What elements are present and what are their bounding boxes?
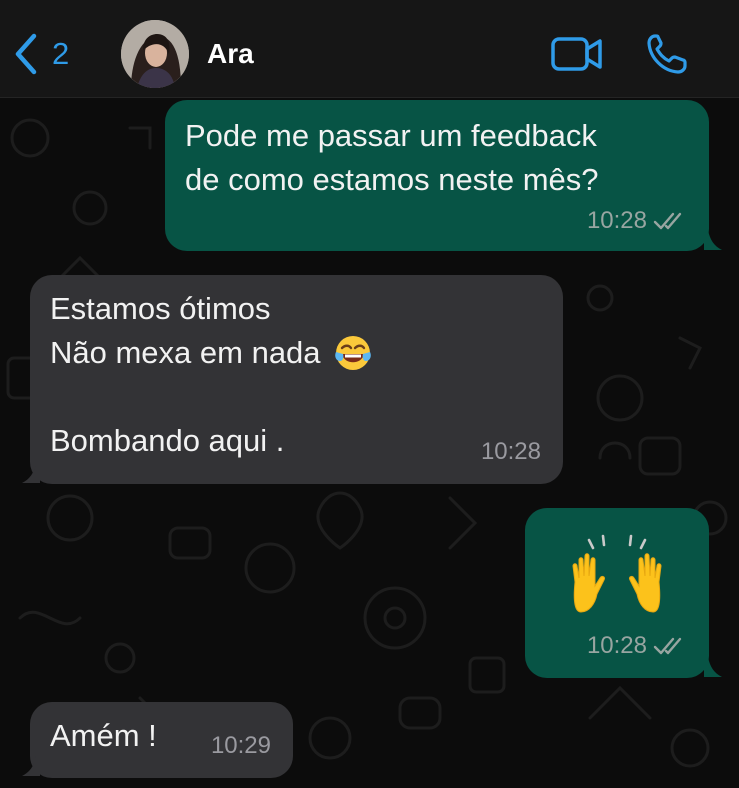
message-meta: 10:28 <box>587 624 687 668</box>
message-time: 10:29 <box>210 732 271 759</box>
contact-name[interactable]: Ara <box>207 38 254 70</box>
bubble-tail <box>704 657 722 677</box>
unread-count: 2 <box>52 36 70 71</box>
message-text-line: Bombando aqui . <box>50 423 285 458</box>
chat-header: 2 Ara <box>0 0 739 98</box>
bubble-tail <box>22 756 40 776</box>
message-text: Pode me passar um feedback de como estam… <box>185 118 599 197</box>
message-meta: 10:28 <box>587 199 687 243</box>
outgoing-message-bubble[interactable]: 10:28 <box>525 508 709 678</box>
message-meta: 10:28 <box>481 430 541 474</box>
incoming-message-bubble[interactable]: Amém ! 10:29 <box>30 702 293 778</box>
avatar-image <box>121 20 189 88</box>
message-text-line: Estamos ótimos <box>50 291 271 326</box>
message-time: 10:28 <box>586 207 647 234</box>
avatar[interactable] <box>121 20 189 88</box>
outgoing-message-bubble[interactable]: Pode me passar um feedback de como estam… <box>165 100 709 251</box>
message-list[interactable]: Pode me passar um feedback de como estam… <box>0 98 739 788</box>
face-with-tears-of-joy-icon <box>334 336 371 370</box>
back-button[interactable]: 2 <box>14 32 69 76</box>
message-text-line: Não mexa em nada <box>50 335 321 370</box>
raising-hands-icon <box>572 534 662 613</box>
message-meta: 10:29 <box>211 724 271 768</box>
bubble-tail <box>704 230 722 250</box>
incoming-message-bubble[interactable]: Estamos ótimos Não mexa em nada Bombando… <box>30 275 563 484</box>
message-time: 10:28 <box>586 632 647 659</box>
video-call-icon <box>551 37 602 71</box>
double-check-icon <box>653 637 682 655</box>
phone-icon <box>647 34 687 74</box>
bubble-tail <box>22 463 40 483</box>
video-call-button[interactable] <box>550 34 604 74</box>
message-time: 10:28 <box>480 438 541 465</box>
double-check-icon <box>653 212 682 230</box>
message-text: Amém ! <box>50 718 157 753</box>
voice-call-button[interactable] <box>644 32 690 76</box>
message-text-line: Não mexa em nada <box>50 331 373 375</box>
back-chevron-icon <box>15 33 37 75</box>
chat-screen: 2 Ara Pode me passar um feedback de como… <box>0 0 739 788</box>
